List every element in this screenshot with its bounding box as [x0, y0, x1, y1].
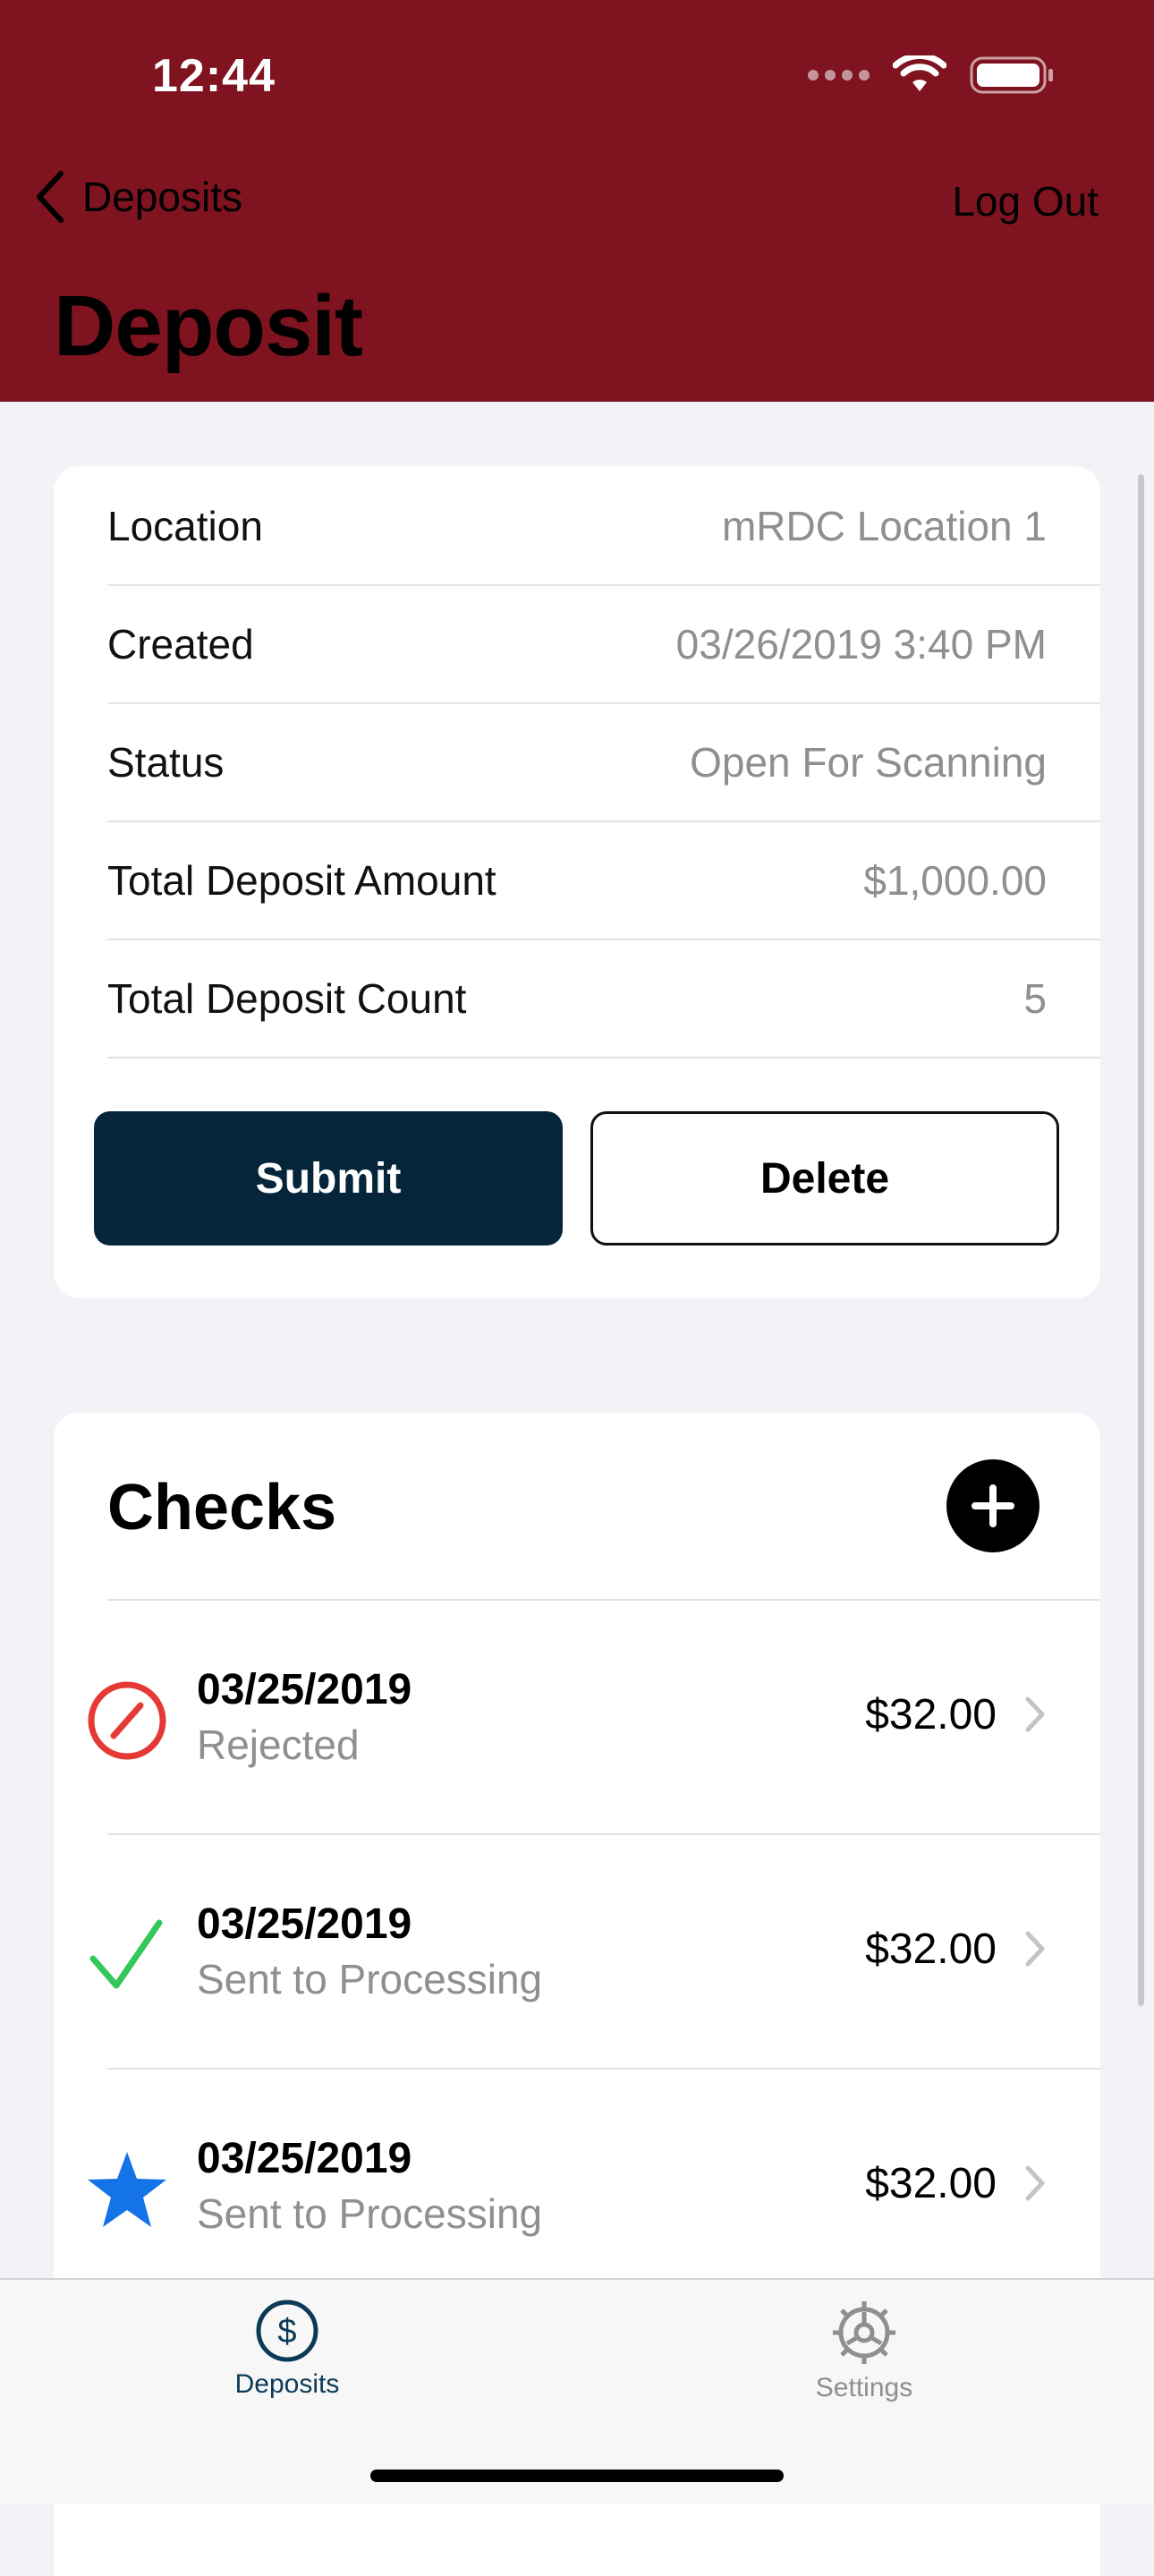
deposit-details-card: Location mRDC Location 1 Created 03/26/2… [54, 466, 1100, 1298]
add-check-button[interactable] [946, 1459, 1039, 1552]
details-row-status: Status Open For Scanning [107, 702, 1100, 822]
status-icons [808, 55, 1056, 95]
battery-icon [970, 56, 1053, 94]
checks-title: Checks [107, 1472, 337, 1543]
page-title: Deposit [54, 278, 363, 374]
submit-button[interactable]: Submit [94, 1111, 563, 1245]
row-value: $1,000.00 [863, 857, 1047, 904]
check-status: Rejected [197, 1722, 360, 1768]
check-date: 03/25/2019 [197, 2135, 412, 2182]
check-status: Sent to Processing [197, 2190, 543, 2237]
chevron-right-icon [1025, 2165, 1045, 2201]
check-amount: $32.00 [865, 1926, 997, 1973]
row-label: Created [107, 621, 254, 667]
cellular-signal-icon [808, 70, 870, 81]
check-status: Sent to Processing [197, 1956, 543, 2002]
home-indicator[interactable] [370, 2470, 784, 2482]
check-amount: $32.00 [865, 1691, 997, 1739]
tab-settings[interactable]: Settings [730, 2298, 998, 2403]
row-value: 03/26/2019 3:40 PM [675, 621, 1047, 667]
tab-deposits[interactable]: $ Deposits [153, 2298, 421, 2400]
dollar-circle-icon: $ [256, 2300, 318, 2362]
check-row[interactable]: 03/25/2019 Sent to Processing $32.00 [54, 2070, 1100, 2304]
row-label: Location [107, 503, 263, 549]
check-amount: $32.00 [865, 2160, 997, 2207]
row-label: Total Deposit Amount [107, 857, 496, 904]
check-row[interactable]: 03/25/2019 Rejected $32.00 [54, 1601, 1100, 1835]
rejected-icon [84, 1678, 170, 1764]
back-button-label: Deposits [82, 174, 242, 220]
row-value: mRDC Location 1 [721, 503, 1047, 549]
chevron-left-icon [37, 171, 64, 223]
svg-text:$: $ [277, 2313, 296, 2351]
plus-icon [972, 1484, 1014, 1527]
delete-button[interactable]: Delete [590, 1111, 1059, 1245]
check-row[interactable]: 03/25/2019 Sent to Processing $32.00 [54, 1835, 1100, 2070]
details-row-total-amount: Total Deposit Amount $1,000.00 [107, 820, 1100, 940]
details-row-created: Created 03/26/2019 3:40 PM [107, 584, 1100, 704]
navigation-header: 12:44 Deposits Log Out Deposit [0, 0, 1154, 402]
check-date: 03/25/2019 [197, 1900, 412, 1948]
tab-label: Deposits [234, 2369, 340, 2399]
wifi-icon [893, 55, 946, 91]
status-time: 12:44 [152, 50, 276, 102]
details-row-location: Location mRDC Location 1 [107, 466, 1100, 586]
star-icon [84, 2147, 170, 2232]
log-out-button[interactable]: Log Out [952, 177, 1099, 225]
checkmark-icon [84, 1912, 170, 1998]
scroll-indicator[interactable] [1138, 474, 1144, 2006]
details-row-total-count: Total Deposit Count 5 [107, 939, 1100, 1058]
row-label: Total Deposit Count [107, 975, 467, 1022]
check-date: 03/25/2019 [197, 1666, 412, 1713]
back-button[interactable]: Deposits [34, 170, 242, 224]
row-label: Status [107, 739, 225, 786]
tab-label: Settings [815, 2373, 913, 2402]
row-value: Open For Scanning [690, 739, 1047, 786]
row-value: 5 [1023, 975, 1047, 1022]
chevron-right-icon [1025, 1931, 1045, 1967]
gear-icon [833, 2301, 895, 2364]
chevron-right-icon [1025, 1696, 1045, 1732]
